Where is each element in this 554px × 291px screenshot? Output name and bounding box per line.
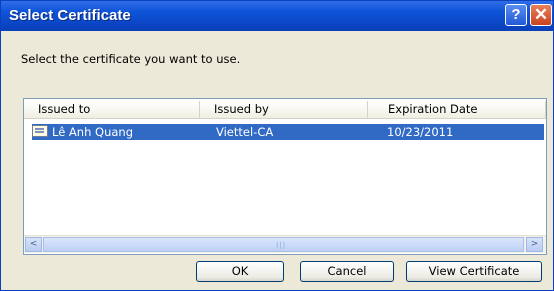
certificate-list[interactable]: Issued to Issued by Expiration Date Lê A… (23, 98, 547, 255)
close-button[interactable]: ✕ (530, 4, 552, 26)
cell-issued-by: Viettel-CA (216, 125, 274, 139)
certificate-icon (32, 125, 48, 137)
view-certificate-button[interactable]: View Certificate (406, 261, 542, 282)
table-row[interactable]: Lê Anh Quang Viettel-CA 10/23/2011 (32, 124, 544, 140)
column-header-issued-to[interactable]: Issued to (24, 101, 200, 119)
scroll-thumb[interactable]: ||| (43, 237, 524, 252)
column-header-expiration-date[interactable]: Expiration Date (368, 101, 546, 119)
window-title: Select Certificate (9, 7, 131, 24)
horizontal-scrollbar[interactable]: < ||| > (24, 235, 546, 253)
ok-button[interactable]: OK (196, 261, 284, 282)
cell-expiration-date: 10/23/2011 (387, 125, 454, 139)
column-header-label: Issued by (214, 102, 269, 116)
select-certificate-dialog: Select Certificate ? ✕ Select the certif… (0, 0, 554, 291)
instruction-text: Select the certificate you want to use. (21, 52, 241, 66)
column-header-label: Expiration Date (388, 102, 478, 116)
column-header-label: Issued to (38, 102, 91, 116)
cell-issued-to: Lê Anh Quang (52, 125, 134, 139)
title-bar[interactable]: Select Certificate ? ✕ (1, 1, 553, 31)
help-button[interactable]: ? (505, 4, 527, 26)
cancel-button[interactable]: Cancel (300, 261, 394, 282)
column-header-issued-by[interactable]: Issued by (200, 101, 368, 119)
scroll-left-arrow-icon[interactable]: < (25, 237, 42, 252)
scroll-right-arrow-icon[interactable]: > (526, 237, 543, 252)
scroll-grip-icon: ||| (276, 241, 287, 249)
